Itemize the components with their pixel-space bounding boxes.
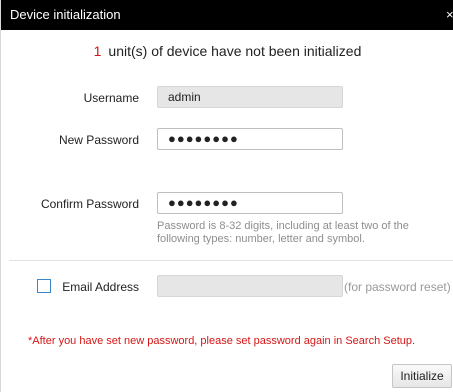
title-bar: Device initialization × (1, 0, 453, 30)
section-divider (9, 260, 453, 261)
username-field: admin (157, 86, 343, 108)
email-label: Email Address (62, 280, 139, 294)
device-initialization-dialog: Device initialization × 1 unit(s) of devi… (0, 0, 453, 392)
uninitialized-text: unit(s) of device have not been initiali… (108, 43, 362, 59)
email-checkbox[interactable] (37, 279, 51, 293)
uninitialized-notice: 1 unit(s) of device have not been initial… (1, 43, 453, 59)
search-setup-warning: *After you have set new password, please… (28, 335, 416, 347)
username-label: Username (83, 91, 139, 105)
email-field[interactable] (157, 275, 343, 297)
initialize-button[interactable]: Initialize (392, 364, 452, 388)
close-icon[interactable]: × (446, 8, 453, 22)
dialog-title: Device initialization (10, 7, 121, 22)
uninitialized-count: 1 (93, 43, 102, 59)
confirm-password-input[interactable]: ●●●●●●●● (157, 192, 343, 214)
email-reset-hint: (for password reset) (344, 280, 451, 294)
new-password-input[interactable]: ●●●●●●●● (157, 128, 343, 150)
new-password-label: New Password (58, 133, 139, 147)
password-rule-hint: Password is 8-32 digits, including at le… (157, 220, 409, 245)
confirm-password-label: Confirm Password (40, 197, 139, 211)
